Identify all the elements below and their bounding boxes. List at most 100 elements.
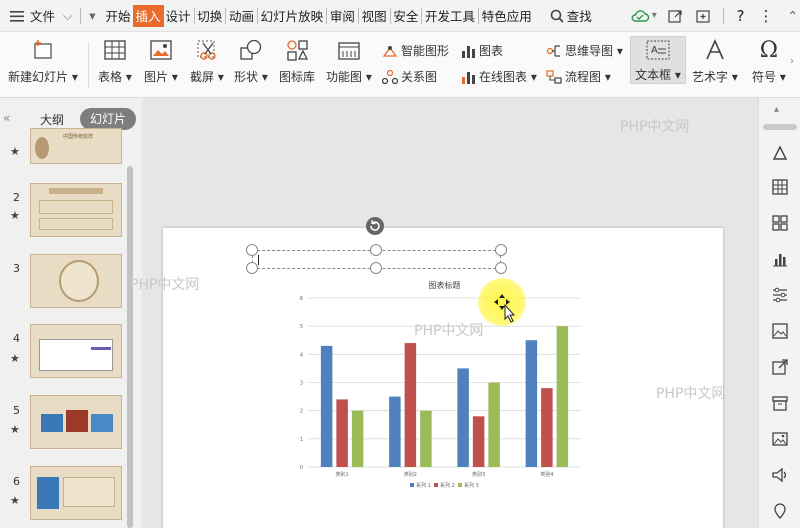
art-text-icon — [703, 38, 727, 62]
share-icon[interactable] — [665, 0, 685, 32]
more-icon[interactable]: ⋮ — [757, 0, 776, 32]
help-icon[interactable]: ? — [735, 0, 747, 32]
tab-developer[interactable]: 开发工具 — [423, 0, 477, 32]
grid-icon[interactable] — [771, 214, 789, 232]
online-chart-icon — [460, 69, 476, 85]
slide-thumbnail[interactable] — [30, 254, 122, 308]
picture-button[interactable]: 图片 ▾ — [144, 38, 178, 85]
star-icon: ★ — [10, 494, 20, 507]
slide-thumbnail[interactable] — [30, 395, 122, 449]
cloud-sync-icon[interactable]: ▾ — [628, 0, 659, 32]
picture-icon — [149, 38, 173, 62]
thumbnail-table — [39, 339, 113, 371]
table-button[interactable]: 表格 ▾ — [98, 38, 132, 85]
tab-transition[interactable]: 切换 — [195, 0, 224, 32]
mind-map-button[interactable]: 思维导图 ▾ — [546, 42, 623, 59]
relation-chart-button[interactable]: 关系图 — [382, 68, 437, 85]
chevron-down-icon[interactable]: ⌵ — [57, 0, 78, 32]
bar — [336, 399, 348, 467]
art-text-button[interactable]: 艺术字 ▾ — [692, 38, 738, 85]
screenshot-button[interactable]: 截屏 ▾ — [190, 38, 224, 85]
tab-design[interactable]: 设计 — [164, 0, 193, 32]
slide-thumbnail[interactable] — [30, 466, 122, 520]
tab-animation[interactable]: 动画 — [227, 0, 256, 32]
shape-button[interactable]: 形状 ▾ — [234, 38, 268, 85]
chart-button[interactable]: 图表 — [460, 42, 503, 59]
online-chart-button[interactable]: 在线图表 ▾ — [460, 68, 537, 85]
legend-label: 系列 2 — [440, 482, 455, 489]
art-text-label: 艺术字 ▾ — [692, 70, 738, 84]
bar-chart[interactable]: 图表标题 0 1 2 3 4 5 6 类别1 类别2 类别3 类别4 系列 1 系列 2 系列 3 — [163, 228, 723, 528]
picture-tool-icon[interactable] — [771, 430, 789, 448]
bar — [389, 396, 401, 467]
tab-outline[interactable]: 大纲 — [40, 111, 64, 128]
tab-slideshow[interactable]: 幻灯片放映 — [259, 0, 326, 32]
legend-swatch — [458, 483, 462, 487]
export-icon[interactable] — [693, 0, 713, 32]
chart-tool-icon[interactable] — [771, 250, 789, 268]
textbox-button[interactable]: A 文本框 ▾ — [630, 36, 686, 84]
icon-library-button[interactable]: 图标库 — [279, 38, 315, 85]
thumbnail-content — [39, 218, 113, 230]
y-tick-label: 0 — [300, 465, 303, 471]
quick-access-dropdown-icon[interactable]: ▾ — [81, 0, 103, 32]
legend-label: 系列 3 — [464, 482, 479, 489]
x-tick-label: 类别3 — [472, 471, 485, 478]
rotate-handle-icon[interactable] — [366, 217, 384, 235]
function-chart-button[interactable]: 功能图 ▾ — [326, 38, 372, 85]
y-tick-label: 2 — [300, 409, 303, 415]
new-slide-icon — [31, 38, 55, 62]
tab-slides[interactable]: 幻灯片 — [80, 108, 136, 130]
audio-icon[interactable] — [771, 466, 789, 484]
divider — [722, 7, 724, 24]
new-slide-button[interactable]: 新建幻灯片 ▾ — [8, 38, 78, 85]
thumbnail-decoration — [59, 260, 99, 302]
thumbnail-content — [39, 200, 113, 214]
svg-text:A: A — [651, 45, 658, 56]
tab-home[interactable]: 开始 — [103, 0, 132, 32]
bar — [525, 340, 538, 467]
collapse-panel-icon[interactable]: « — [3, 111, 10, 125]
thumbnail-content — [91, 347, 111, 350]
slide-thumbnail[interactable] — [30, 324, 122, 378]
y-tick-label: 4 — [300, 352, 303, 358]
location-icon[interactable] — [771, 502, 789, 520]
relation-chart-label: 关系图 — [401, 70, 438, 84]
tab-security[interactable]: 安全 — [391, 0, 420, 32]
tab-insert[interactable]: 插入 — [132, 4, 164, 27]
symbol-button[interactable]: Ω 符号 ▾ — [752, 38, 786, 85]
share-out-icon[interactable] — [771, 358, 789, 376]
slide-number: 2 — [13, 191, 20, 204]
collapse-ribbon-icon[interactable]: ⌃ — [786, 0, 800, 32]
panel-scrollbar[interactable] — [127, 166, 133, 528]
settings-sliders-icon[interactable] — [771, 286, 789, 304]
hamburger-icon[interactable] — [0, 0, 28, 32]
tab-view[interactable]: 视图 — [360, 0, 389, 32]
legend-swatch — [410, 483, 414, 487]
panel-scrollbar[interactable] — [763, 124, 797, 130]
divider — [88, 42, 89, 88]
image-edit-icon[interactable] — [771, 322, 789, 340]
scissors-icon — [195, 38, 219, 62]
divider — [225, 7, 226, 24]
flowchart-button[interactable]: 流程图 ▾ — [546, 68, 611, 85]
slide-canvas[interactable]: 图表标题 0 1 2 3 4 5 6 类别1 类别2 类别3 类别4 系列 1 系列 2 系列 3 — [163, 228, 723, 528]
tab-review[interactable]: 审阅 — [328, 0, 357, 32]
table-style-icon[interactable] — [771, 178, 789, 196]
smart-graphic-button[interactable]: 智能图形 — [382, 42, 449, 59]
shape-style-icon[interactable] — [771, 144, 789, 162]
slide-thumbnail[interactable]: 中国传统纹样 — [30, 128, 122, 164]
archive-icon[interactable] — [771, 394, 789, 412]
ribbon-scroll-right[interactable]: › — [790, 56, 794, 67]
tab-special[interactable]: 特色应用 — [480, 0, 534, 32]
relation-chart-icon — [382, 69, 398, 85]
slide-thumbnail[interactable] — [30, 183, 122, 237]
slides-panel: « 大纲 幻灯片 ★ 中国传统纹样 2 ★ 3 4 ★ 5 ★ 6 ★ — [0, 98, 142, 528]
table-label: 表格 ▾ — [98, 70, 132, 84]
scroll-up-icon[interactable]: ▴ — [774, 104, 779, 115]
slide-number: 5 — [13, 404, 20, 417]
search-button[interactable]: 查找 — [548, 0, 594, 32]
file-menu[interactable]: 文件 — [28, 0, 57, 32]
search-label: 查找 — [566, 9, 592, 24]
icon-library-label: 图标库 — [279, 70, 316, 84]
